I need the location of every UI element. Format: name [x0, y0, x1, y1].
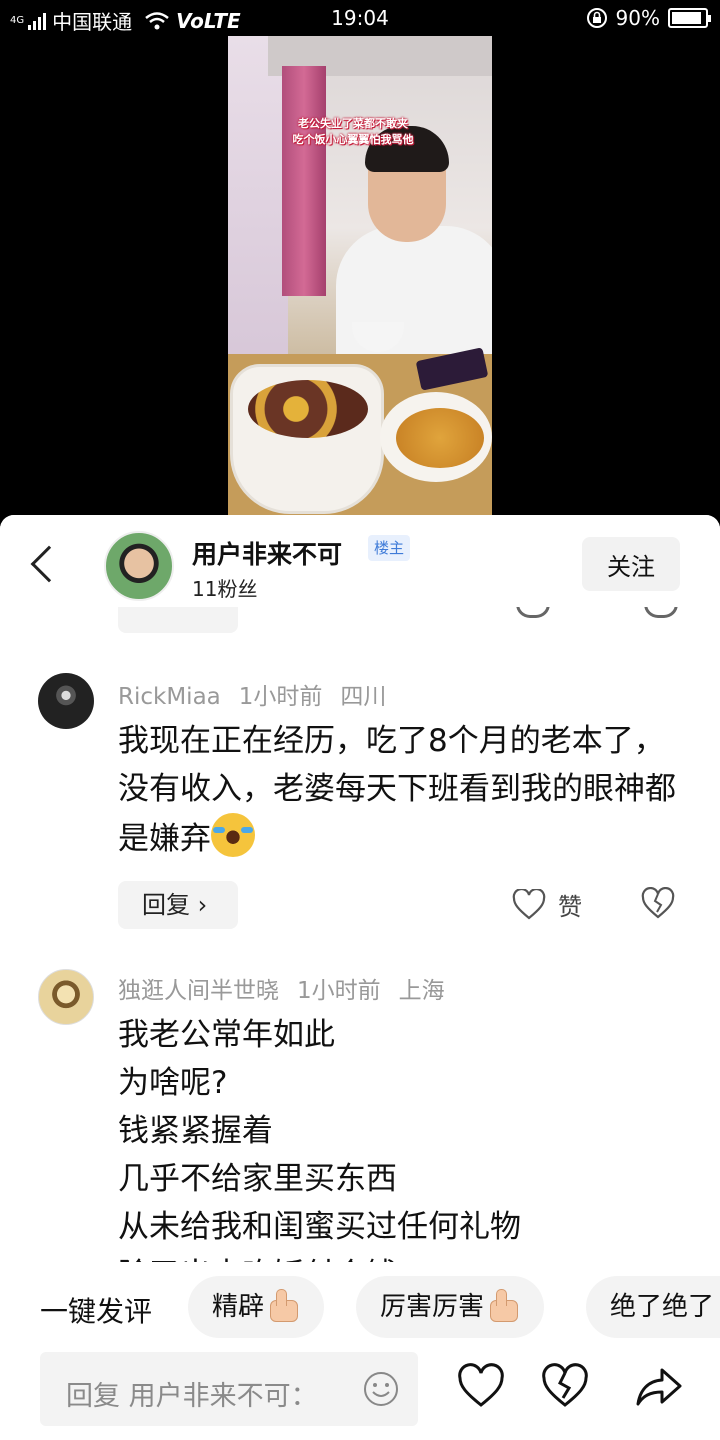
video-scene-dish	[396, 408, 484, 468]
reply-input-placeholder: 回复 用户非来不可：	[66, 1381, 318, 1412]
comment-item: 独逛人间半世晓 1小时前 上海 我老公常年如此 为啥呢? 钱紧紧握着 几乎不给家里买…	[0, 963, 720, 1277]
comment-location: 四川	[340, 684, 387, 710]
like-button[interactable]: 赞	[512, 887, 582, 922]
reply-input-bar: 回复 用户非来不可：	[0, 1348, 720, 1440]
quick-comment-chip[interactable]: 精辟	[188, 1276, 325, 1338]
comment-line: 钱紧紧握着	[118, 1113, 273, 1149]
quick-comment-bar: 一键发评 精辟 厉害厉害 绝了绝了	[0, 1262, 720, 1348]
quick-comment-chip[interactable]: 厉害厉害	[356, 1276, 545, 1338]
chevron-left-icon	[30, 545, 68, 583]
smile-icon[interactable]	[362, 1370, 400, 1408]
commenter-avatar[interactable]	[38, 969, 94, 1025]
like-label: 赞	[558, 893, 582, 921]
comment-time: 1小时前	[297, 978, 381, 1004]
status-right: 90%	[586, 6, 711, 30]
video-player[interactable]: 老公失业了菜都不敢夹 吃个饭小心翼翼怕我骂他	[228, 36, 492, 516]
quick-comment-chip[interactable]: 绝了绝了	[586, 1276, 720, 1338]
share-icon[interactable]	[634, 1362, 684, 1412]
commenter-name[interactable]: 独逛人间半世晓	[118, 978, 279, 1004]
heart-icon[interactable]	[456, 1362, 506, 1412]
reply-input[interactable]: 回复 用户非来不可：	[40, 1352, 418, 1426]
back-button[interactable]	[20, 537, 68, 593]
commenter-name[interactable]: RickMiaa	[118, 684, 221, 710]
rotation-lock-icon	[586, 8, 607, 28]
comment-meta: 独逛人间半世晓 1小时前 上海	[118, 971, 463, 1005]
thumbs-up-icon	[486, 1288, 520, 1322]
comment-line: 几乎不给家里买东西	[118, 1161, 397, 1197]
video-caption-line2: 吃个饭小心翼翼怕我骂他	[292, 133, 414, 146]
comment-text: 我现在正在经历，吃了8个月的老本了，没有收入，老婆每天下班看到我的眼神都是嫌弃	[118, 717, 688, 863]
comment-line: 我老公常年如此	[118, 1017, 335, 1053]
chip-label: 绝了绝了	[610, 1292, 715, 1322]
video-scene-curtain	[282, 66, 326, 296]
comment-line: 从未给我和闺蜜买过任何礼物	[118, 1209, 521, 1245]
follow-button[interactable]: 关注	[582, 537, 680, 591]
comment-text: 我老公常年如此 为啥呢? 钱紧紧握着 几乎不给家里买东西 从未给我和闺蜜买过任何…	[118, 1011, 688, 1277]
heart-icon	[512, 887, 546, 921]
broken-heart-icon[interactable]	[640, 887, 676, 921]
chip-label: 精辟	[212, 1292, 265, 1322]
comment-item: RickMiaa 1小时前 四川 我现在正在经历，吃了8个月的老本了，没有收入，老婆…	[0, 665, 720, 955]
comment-text-body: 我现在正在经历，吃了8个月的老本了，没有收入，老婆每天下班看到我的眼神都是嫌弃	[118, 723, 676, 857]
reply-button[interactable]: 回复 ›	[118, 881, 238, 929]
thread-header: 用户非来不可 楼主 11粉丝 关注	[0, 515, 720, 607]
thumbs-up-icon	[266, 1288, 300, 1322]
battery-fill	[672, 12, 701, 24]
chip-label: 厉害厉害	[380, 1292, 485, 1322]
comment-time: 1小时前	[238, 684, 323, 710]
quick-comment-label: 一键发评	[40, 1295, 153, 1328]
owner-badge: 楼主	[368, 535, 411, 561]
comment-meta: RickMiaa 1小时前 四川	[118, 677, 404, 711]
author-avatar[interactable]	[104, 531, 174, 601]
battery-icon	[668, 8, 711, 28]
video-caption-line1: 老公失业了菜都不敢夹	[298, 117, 408, 130]
video-caption: 老公失业了菜都不敢夹 吃个饭小心翼翼怕我骂他	[258, 116, 448, 148]
video-scene-wall	[228, 36, 288, 366]
comment-location: 上海	[398, 978, 445, 1004]
reply-label: 回复 ›	[142, 891, 208, 919]
battery-percent: 90%	[615, 6, 660, 30]
author-fans-count: 11粉丝	[192, 577, 258, 601]
comment-line: 为啥呢?	[118, 1065, 228, 1101]
status-bar: 4G 中国联通 VoLTE 19:04 90%	[0, 0, 720, 38]
crying-laughing-emoji-icon	[211, 813, 255, 857]
broken-heart-icon[interactable]	[540, 1362, 590, 1412]
commenter-avatar[interactable]	[38, 673, 94, 729]
author-name[interactable]: 用户非来不可	[192, 535, 342, 571]
video-scene-soup	[248, 380, 368, 438]
